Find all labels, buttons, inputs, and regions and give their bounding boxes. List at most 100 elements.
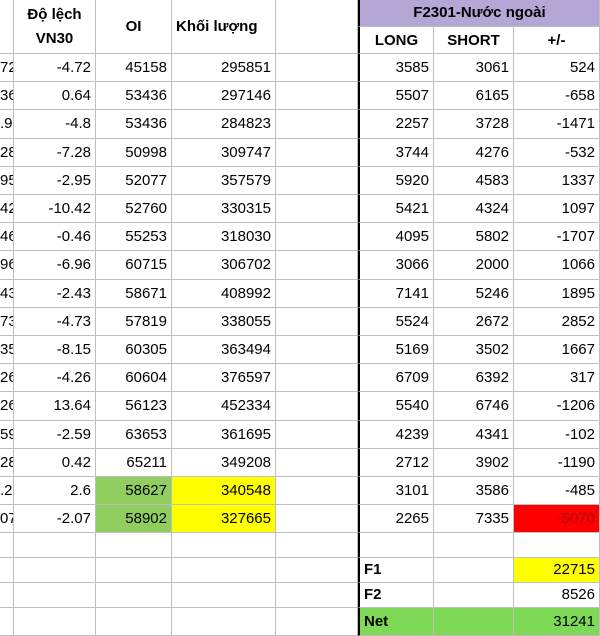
table-cell-oi[interactable]: 63653: [96, 421, 172, 449]
summary-value[interactable]: 22715: [514, 558, 600, 583]
table-cell-deviation[interactable]: 2.6: [14, 477, 96, 505]
table-cell-oi[interactable]: 58627: [96, 477, 172, 505]
table-cell-volume[interactable]: 309747: [172, 139, 276, 167]
table-cell-deviation[interactable]: -2.07: [14, 505, 96, 533]
table-cell-empty[interactable]: [276, 251, 358, 280]
header-cell-a[interactable]: [0, 0, 14, 54]
table-cell-oi[interactable]: 55253: [96, 223, 172, 251]
table-cell-empty[interactable]: [358, 533, 434, 558]
table-cell-short[interactable]: 5246: [434, 280, 514, 308]
table-cell-partial[interactable]: .9: [0, 110, 14, 139]
header-short[interactable]: SHORT: [434, 27, 514, 54]
table-cell-long[interactable]: 2712: [358, 449, 434, 477]
right-title[interactable]: F2301-Nước ngoài: [358, 0, 600, 27]
table-cell-short[interactable]: 2000: [434, 251, 514, 280]
table-cell-short[interactable]: 6392: [434, 364, 514, 392]
table-cell-long[interactable]: 3066: [358, 251, 434, 280]
table-cell-diff[interactable]: -532: [514, 139, 600, 167]
table-cell-volume[interactable]: 357579: [172, 167, 276, 195]
table-cell-empty[interactable]: [96, 608, 172, 636]
table-cell-empty[interactable]: [14, 533, 96, 558]
table-cell-empty[interactable]: [276, 223, 358, 251]
table-cell-empty[interactable]: [276, 280, 358, 308]
table-cell-empty[interactable]: [96, 533, 172, 558]
table-cell-long[interactable]: 3744: [358, 139, 434, 167]
summary-value[interactable]: 31241: [514, 608, 600, 636]
header-gap[interactable]: [276, 0, 358, 54]
table-cell-diff[interactable]: -1707: [514, 223, 600, 251]
table-cell-long[interactable]: 3101: [358, 477, 434, 505]
table-cell-empty[interactable]: [514, 533, 600, 558]
summary-label[interactable]: Net: [358, 608, 434, 636]
summary-spacer[interactable]: [434, 558, 514, 583]
table-cell-short[interactable]: 4276: [434, 139, 514, 167]
table-cell-partial[interactable]: 35: [0, 336, 14, 364]
table-cell-partial[interactable]: 26: [0, 392, 14, 421]
table-cell-empty[interactable]: [434, 533, 514, 558]
table-cell-oi[interactable]: 60604: [96, 364, 172, 392]
table-cell-partial[interactable]: 59: [0, 421, 14, 449]
header-deviation[interactable]: Độ lệch VN30: [14, 0, 96, 54]
table-cell-short[interactable]: 7335: [434, 505, 514, 533]
table-cell-volume[interactable]: 408992: [172, 280, 276, 308]
table-cell-oi[interactable]: 45158: [96, 54, 172, 82]
table-cell-short[interactable]: 2672: [434, 308, 514, 336]
table-cell-partial[interactable]: 72: [0, 54, 14, 82]
table-cell-diff[interactable]: 524: [514, 54, 600, 82]
table-cell-volume[interactable]: 340548: [172, 477, 276, 505]
table-cell-short[interactable]: 5802: [434, 223, 514, 251]
table-cell-diff[interactable]: -5070: [514, 505, 600, 533]
table-cell-deviation[interactable]: -0.46: [14, 223, 96, 251]
table-cell-long[interactable]: 5169: [358, 336, 434, 364]
table-cell-long[interactable]: 7141: [358, 280, 434, 308]
table-cell-oi[interactable]: 53436: [96, 82, 172, 110]
table-cell-empty[interactable]: [96, 558, 172, 583]
table-cell-short[interactable]: 3586: [434, 477, 514, 505]
table-cell-diff[interactable]: -1206: [514, 392, 600, 421]
table-cell-deviation[interactable]: -2.43: [14, 280, 96, 308]
table-cell-empty[interactable]: [276, 167, 358, 195]
table-cell-diff[interactable]: -102: [514, 421, 600, 449]
table-cell-short[interactable]: 6746: [434, 392, 514, 421]
table-cell-empty[interactable]: [0, 558, 14, 583]
table-cell-oi[interactable]: 50998: [96, 139, 172, 167]
table-cell-partial[interactable]: 07: [0, 505, 14, 533]
table-cell-empty[interactable]: [276, 477, 358, 505]
table-cell-diff[interactable]: 2852: [514, 308, 600, 336]
table-cell-volume[interactable]: 349208: [172, 449, 276, 477]
table-cell-deviation[interactable]: -8.15: [14, 336, 96, 364]
table-cell-short[interactable]: 3728: [434, 110, 514, 139]
table-cell-deviation[interactable]: -7.28: [14, 139, 96, 167]
table-cell-oi[interactable]: 56123: [96, 392, 172, 421]
summary-spacer[interactable]: [434, 583, 514, 608]
header-volume[interactable]: Khối lượng: [172, 0, 276, 54]
table-cell-deviation[interactable]: -10.42: [14, 195, 96, 223]
table-cell-volume[interactable]: 327665: [172, 505, 276, 533]
table-cell-empty[interactable]: [172, 583, 276, 608]
table-cell-long[interactable]: 3585: [358, 54, 434, 82]
summary-label[interactable]: F1: [358, 558, 434, 583]
table-cell-empty[interactable]: [14, 583, 96, 608]
table-cell-deviation[interactable]: -6.96: [14, 251, 96, 280]
summary-label[interactable]: F2: [358, 583, 434, 608]
table-cell-empty[interactable]: [276, 54, 358, 82]
table-cell-empty[interactable]: [276, 533, 358, 558]
table-cell-volume[interactable]: 330315: [172, 195, 276, 223]
table-cell-partial[interactable]: 73: [0, 308, 14, 336]
table-cell-empty[interactable]: [0, 583, 14, 608]
table-cell-empty[interactable]: [276, 505, 358, 533]
table-cell-partial[interactable]: 26: [0, 364, 14, 392]
table-cell-volume[interactable]: 376597: [172, 364, 276, 392]
table-cell-partial[interactable]: 28: [0, 139, 14, 167]
table-cell-partial[interactable]: 43: [0, 280, 14, 308]
table-cell-long[interactable]: 2257: [358, 110, 434, 139]
table-cell-long[interactable]: 6709: [358, 364, 434, 392]
table-cell-partial[interactable]: 36: [0, 82, 14, 110]
header-long[interactable]: LONG: [358, 27, 434, 54]
table-cell-volume[interactable]: 295851: [172, 54, 276, 82]
table-cell-diff[interactable]: -485: [514, 477, 600, 505]
table-cell-diff[interactable]: -1471: [514, 110, 600, 139]
table-cell-short[interactable]: 6165: [434, 82, 514, 110]
table-cell-empty[interactable]: [276, 82, 358, 110]
table-cell-long[interactable]: 5540: [358, 392, 434, 421]
